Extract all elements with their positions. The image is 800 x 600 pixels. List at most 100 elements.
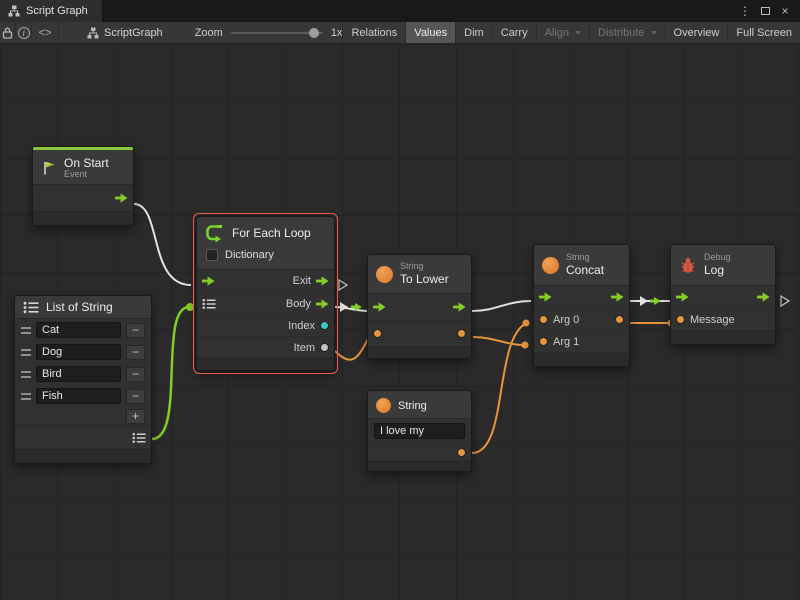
drag-handle-icon[interactable]	[21, 371, 31, 378]
zoom-value: 1x	[331, 27, 343, 39]
string-output-port[interactable]	[457, 329, 466, 338]
info-icon[interactable]: i	[16, 22, 32, 43]
node-on-start[interactable]: On Start Event	[32, 146, 134, 226]
relations-button[interactable]: Relations	[342, 22, 405, 43]
flow-in-port[interactable]	[676, 292, 689, 302]
list-item-row: Fish −	[15, 385, 151, 407]
node-list-of-string[interactable]: List of String Cat − Dog − Bird −	[14, 295, 152, 464]
flow-out-port[interactable]	[453, 302, 466, 312]
port-row	[368, 443, 471, 461]
titlebar: Script Graph ⋮ ×	[0, 0, 800, 22]
body-port[interactable]	[316, 299, 329, 309]
exit-port[interactable]	[316, 276, 329, 286]
string-output-port[interactable]	[615, 315, 624, 324]
list-item-row: Dog −	[15, 341, 151, 363]
close-icon[interactable]: ×	[776, 2, 794, 20]
flow-out-port[interactable]	[757, 292, 770, 302]
flag-icon	[41, 160, 57, 176]
carry-button[interactable]: Carry	[492, 22, 536, 43]
window-controls: ⋮ ×	[736, 0, 800, 22]
fullscreen-button[interactable]: Full Screen	[727, 22, 800, 43]
node-debug-log[interactable]: Debug Log	[670, 244, 776, 345]
node-for-each-loop[interactable]: For Each Loop Dictionary Exit	[196, 216, 335, 371]
message-input-port[interactable]	[676, 315, 685, 324]
node-to-lower[interactable]: String To Lower	[367, 254, 472, 359]
drag-handle-icon[interactable]	[21, 349, 31, 356]
drag-handle-icon[interactable]	[21, 327, 31, 334]
port-row: Exit	[197, 270, 334, 292]
arg0-label: Arg 0	[553, 314, 579, 326]
port-row	[368, 294, 471, 320]
port-row	[534, 286, 629, 308]
list-item-row: Cat −	[15, 319, 151, 341]
node-title: Concat	[566, 263, 604, 277]
script-graph-icon	[87, 27, 99, 39]
remove-item-button[interactable]: −	[126, 389, 145, 404]
node-title: On Start	[64, 156, 109, 170]
list-item-row: Bird −	[15, 363, 151, 385]
align-button[interactable]: Align	[536, 22, 589, 43]
dictionary-checkbox[interactable]	[206, 249, 218, 261]
distribute-button[interactable]: Distribute	[589, 22, 664, 43]
drag-handle-icon[interactable]	[21, 393, 31, 400]
list-item-field[interactable]: Dog	[36, 344, 121, 360]
dropdown-caret-icon	[575, 31, 581, 35]
list-input-port[interactable]	[202, 298, 216, 310]
list-item-field[interactable]: Bird	[36, 366, 121, 382]
index-port[interactable]	[320, 321, 329, 330]
port-row: Message	[671, 308, 775, 330]
flow-in-port[interactable]	[373, 302, 386, 312]
port-row	[368, 320, 471, 346]
remove-item-button[interactable]: −	[126, 323, 145, 338]
remove-item-button[interactable]: −	[126, 367, 145, 382]
add-item-button[interactable]: +	[126, 409, 145, 424]
node-title: To Lower	[400, 272, 449, 286]
index-port-label: Index	[288, 320, 315, 332]
exit-port-label: Exit	[293, 275, 311, 287]
list-item-field[interactable]: Fish	[36, 388, 121, 404]
flow-out-port[interactable]	[115, 193, 128, 203]
node-string-literal[interactable]: String I love my	[367, 390, 472, 472]
bug-icon	[679, 257, 697, 274]
list-output-port[interactable]	[132, 432, 146, 444]
node-category: Debug	[704, 253, 731, 263]
list-icon	[23, 301, 39, 314]
item-port[interactable]	[320, 343, 329, 352]
overview-button[interactable]: Overview	[665, 22, 728, 43]
flow-in-port[interactable]	[539, 292, 552, 302]
remove-item-button[interactable]: −	[126, 345, 145, 360]
flow-in-port[interactable]	[202, 276, 215, 286]
string-output-port[interactable]	[457, 448, 466, 457]
node-concat[interactable]: String Concat	[533, 244, 630, 367]
tab-title: Script Graph	[26, 5, 88, 17]
arg1-input-port[interactable]	[539, 337, 548, 346]
graph-icon	[8, 5, 20, 17]
port-row: Arg 1	[534, 330, 629, 352]
zoom-slider[interactable]	[231, 32, 323, 34]
node-title: Log	[704, 263, 731, 277]
string-type-icon	[376, 398, 391, 413]
maximize-icon[interactable]	[756, 2, 774, 20]
arg0-input-port[interactable]	[539, 315, 548, 324]
list-item-field[interactable]: Cat	[36, 322, 121, 338]
breadcrumb[interactable]: ScriptGraph	[77, 22, 173, 43]
dim-button[interactable]: Dim	[455, 22, 492, 43]
dictionary-label: Dictionary	[225, 249, 274, 261]
message-label: Message	[690, 314, 735, 326]
node-subtitle: Event	[64, 170, 109, 180]
zoom-control: Zoom 1x	[195, 22, 343, 43]
window-menu-icon[interactable]: ⋮	[736, 2, 754, 20]
code-view-icon[interactable]: <>	[32, 22, 59, 43]
zoom-slider-knob[interactable]	[309, 28, 319, 38]
values-button[interactable]: Values	[405, 22, 455, 43]
dropdown-caret-icon	[651, 31, 657, 35]
flow-out-port[interactable]	[611, 292, 624, 302]
body-port-label: Body	[286, 298, 311, 310]
tab-script-graph[interactable]: Script Graph	[0, 0, 103, 22]
node-category: String	[400, 262, 449, 272]
graph-canvas[interactable]: On Start Event	[0, 44, 800, 600]
string-value-field[interactable]: I love my	[374, 423, 465, 439]
port-row: Item	[197, 336, 334, 358]
lock-icon[interactable]	[0, 22, 16, 43]
string-input-port[interactable]	[373, 329, 382, 338]
